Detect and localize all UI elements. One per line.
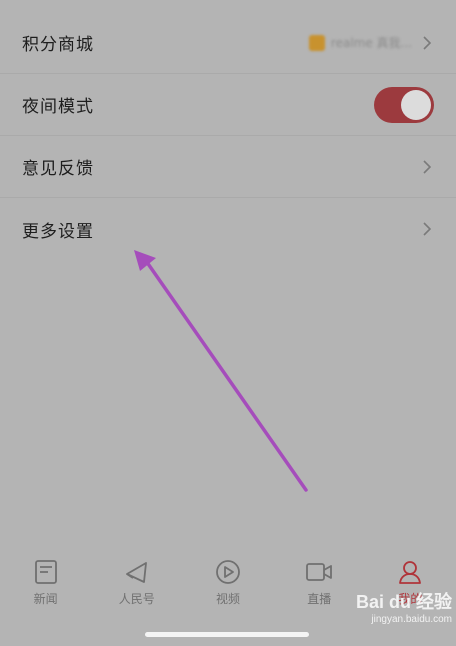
tab-live-label: 直播	[307, 592, 332, 606]
toggle-knob	[401, 89, 431, 120]
chevron-right-icon	[420, 222, 434, 236]
tab-video-label: 视频	[216, 592, 241, 606]
baidu-watermark: Bai du 经验 jingyan.baidu.com	[340, 588, 452, 625]
more-settings-right	[420, 222, 434, 236]
feedback-row[interactable]: 意见反馈	[0, 136, 456, 198]
person-icon	[396, 558, 424, 586]
settings-list: 积分商城 realme 真我... 夜间模式 意见反馈 更多设置	[0, 12, 456, 260]
home-indicator	[145, 632, 309, 637]
news-icon	[32, 558, 60, 586]
points-mall-row[interactable]: 积分商城 realme 真我...	[0, 12, 456, 74]
points-mall-label: 积分商城	[22, 35, 94, 55]
play-icon	[214, 558, 242, 586]
more-settings-label: 更多设置	[22, 221, 94, 242]
feedback-right	[420, 159, 434, 174]
tab-people-account[interactable]: 人民号	[91, 552, 182, 614]
night-mode-label: 夜间模式	[22, 97, 94, 117]
mall-preview-text: realme 真我...	[330, 36, 412, 50]
watermark-url: jingyan.baidu.com	[371, 614, 452, 625]
tab-video[interactable]: 视频	[182, 552, 273, 614]
chevron-right-icon	[420, 35, 434, 50]
night-mode-row: 夜间模式	[0, 74, 456, 136]
megaphone-icon	[123, 558, 151, 586]
feedback-label: 意见反馈	[22, 159, 94, 179]
chevron-right-icon	[420, 159, 434, 174]
night-mode-right	[374, 86, 434, 123]
points-mall-right: realme 真我...	[308, 34, 434, 51]
video-camera-icon	[305, 558, 333, 586]
product-thumbnail	[308, 34, 325, 51]
mall-preview: realme 真我...	[308, 34, 412, 51]
tab-people-account-label: 人民号	[118, 592, 155, 606]
night-mode-toggle[interactable]	[374, 86, 434, 123]
tab-news-label: 新闻	[33, 592, 58, 606]
tab-news[interactable]: 新闻	[0, 552, 91, 614]
watermark-logo: Bai du 经验	[355, 592, 452, 612]
more-settings-row[interactable]: 更多设置	[0, 198, 456, 260]
